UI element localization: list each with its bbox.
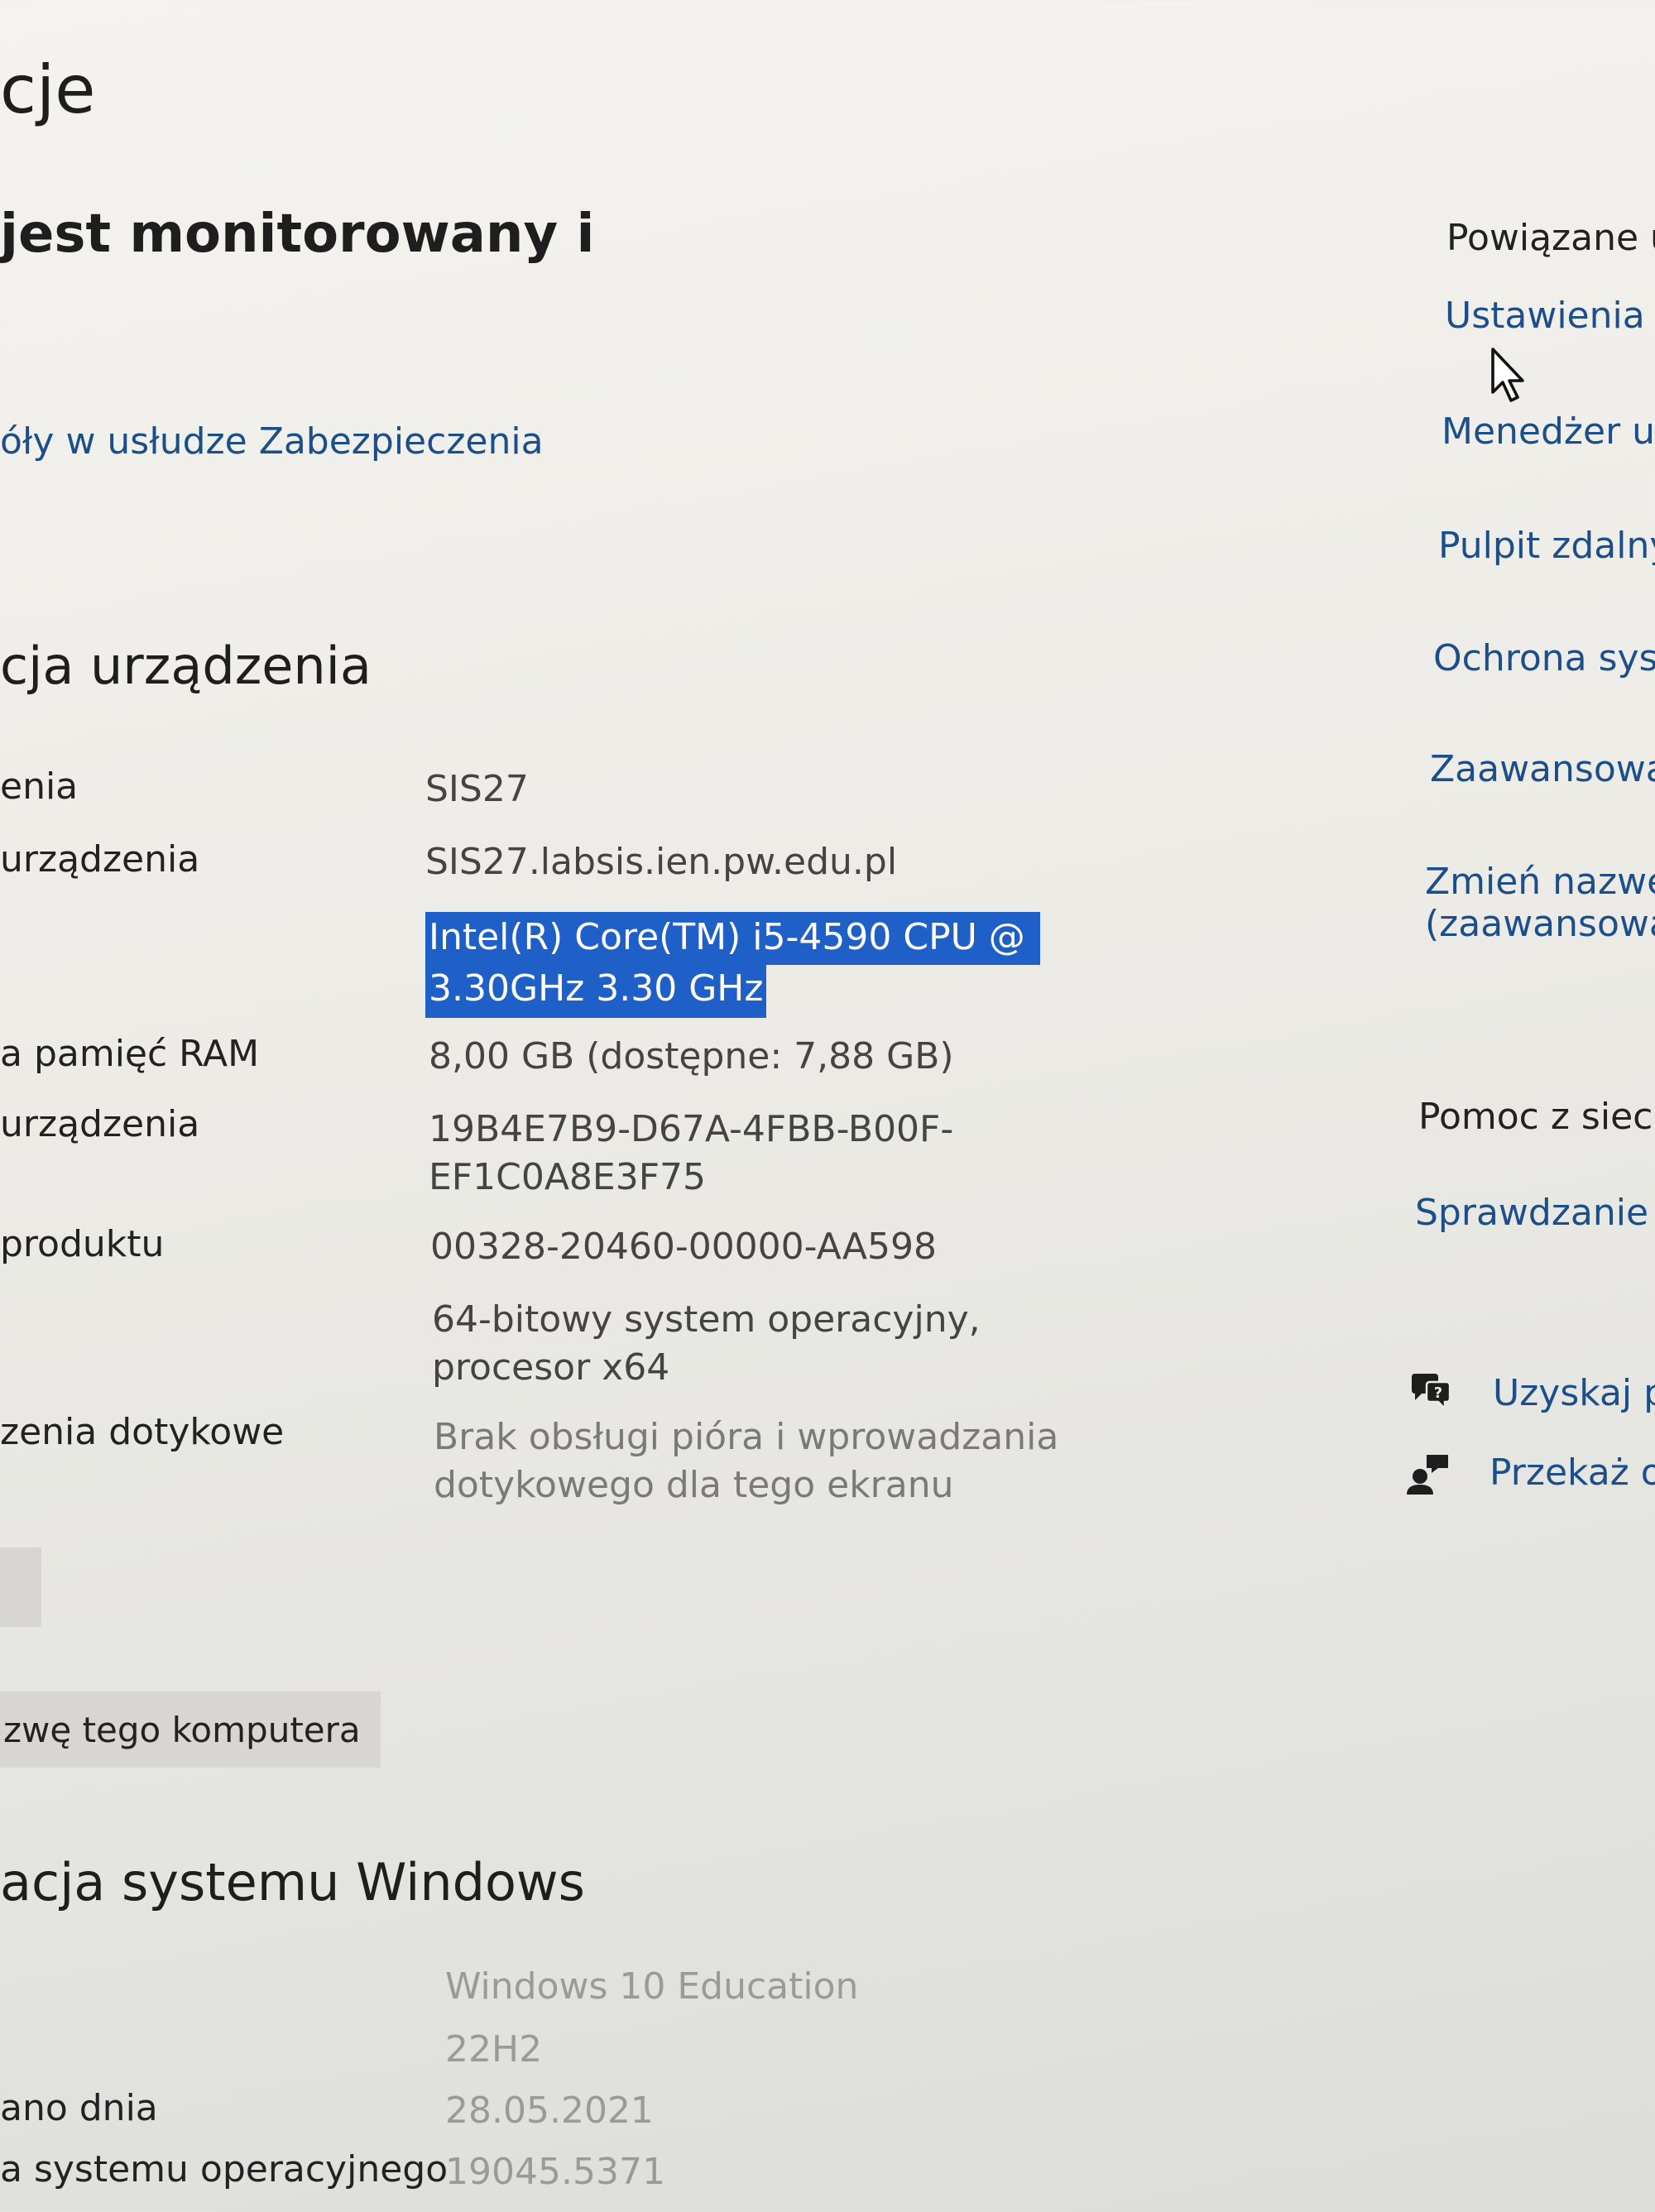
related-link-rename[interactable]: Zmień nazwę (zaawansowar — [1425, 861, 1655, 945]
rename-pc-button[interactable]: zwę tego komputera — [0, 1691, 381, 1768]
security-details-link[interactable]: óły w usłudze Zabezpieczenia — [0, 420, 544, 463]
full-device-name-value: SIS27.labsis.ien.pw.edu.pl — [425, 841, 898, 883]
related-link-rename-line-2: (zaawansowar — [1425, 903, 1655, 945]
svg-text:?: ? — [1434, 1384, 1442, 1402]
pen-touch-value: Brak obsługi pióra i wprowadzania dotyko… — [434, 1413, 1058, 1509]
system-type-line-1: 64-bitowy system operacyjny, — [432, 1298, 981, 1341]
system-type-value: 64-bitowy system operacyjny, procesor x6… — [432, 1296, 981, 1392]
system-type-line-2: procesor x64 — [432, 1346, 670, 1389]
installed-on-label: ano dnia — [0, 2087, 158, 2129]
protection-status-text: jest monitorowany i — [0, 204, 595, 265]
get-help-icon: ? — [1412, 1374, 1451, 1411]
product-id-label: produktu — [0, 1223, 165, 1265]
edition-value: Windows 10 Education — [445, 1965, 859, 2008]
device-id-label: urządzenia — [0, 1103, 200, 1145]
related-link-rename-line-1: Zmień nazwę — [1425, 861, 1655, 903]
windows-specs-heading: acja systemu Windows — [0, 1852, 585, 1912]
web-help-heading: Pomoc z sieci — [1418, 1096, 1655, 1138]
related-link-system-protection[interactable]: Ochrona syst — [1433, 637, 1655, 679]
pen-touch-line-1: Brak obsługi pióra i wprowadzania — [434, 1416, 1059, 1458]
os-build-value: 19045.5371 — [445, 2151, 665, 2193]
ram-value: 8,00 GB (dostępne: 7,88 GB) — [429, 1035, 954, 1077]
version-value: 22H2 — [445, 2028, 543, 2070]
processor-line-2: 3.30GHz 3.30 GHz — [425, 965, 767, 1018]
related-link-remote-desktop[interactable]: Pulpit zdalny — [1438, 525, 1655, 567]
feedback-link[interactable]: Przekaż op — [1490, 1451, 1655, 1494]
full-device-name-label: urządzenia — [0, 838, 200, 880]
related-link-device-manager[interactable]: Menedżer ur — [1442, 410, 1655, 453]
device-specs-heading: cja urządzenia — [0, 636, 372, 696]
product-id-value: 00328-20460-00000-AA598 — [430, 1226, 937, 1268]
processor-line-1: Intel(R) Core(TM) i5-4590 CPU @ — [425, 912, 1040, 965]
related-link-advanced[interactable]: Zaawansowar — [1430, 748, 1655, 790]
page-title: cje — [0, 51, 96, 128]
feedback-icon — [1407, 1455, 1448, 1495]
ram-label: a pamięć RAM — [0, 1033, 260, 1075]
processor-value[interactable]: Intel(R) Core(TM) i5-4590 CPU @ 3.30GHz … — [425, 912, 1040, 1018]
device-id-line-2: EF1C0A8E3F75 — [429, 1156, 707, 1198]
pen-touch-label: zenia dotykowe — [0, 1411, 285, 1453]
device-name-label: enia — [0, 765, 79, 808]
get-help-link[interactable]: Uzyskaj po — [1493, 1372, 1655, 1414]
os-build-label: a systemu operacyjnego — [0, 2148, 449, 2190]
mouse-pointer-icon — [1491, 348, 1524, 402]
web-help-link[interactable]: Sprawdzanie o — [1415, 1192, 1655, 1234]
device-name-value: SIS27 — [425, 768, 529, 810]
device-id-value: 19B4E7B9-D67A-4FBB-B00F- EF1C0A8E3F75 — [429, 1106, 953, 1202]
device-id-line-1: 19B4E7B9-D67A-4FBB-B00F- — [429, 1108, 954, 1150]
installed-on-value: 28.05.2021 — [445, 2090, 654, 2132]
pen-touch-line-2: dotykowego dla tego ekranu — [434, 1464, 954, 1506]
related-settings-heading: Powiązane u — [1446, 217, 1655, 259]
rename-pc-button-label: zwę tego komputera — [3, 1709, 361, 1750]
related-link-settings[interactable]: Ustawienia f — [1445, 295, 1655, 337]
copy-button[interactable] — [0, 1547, 41, 1627]
